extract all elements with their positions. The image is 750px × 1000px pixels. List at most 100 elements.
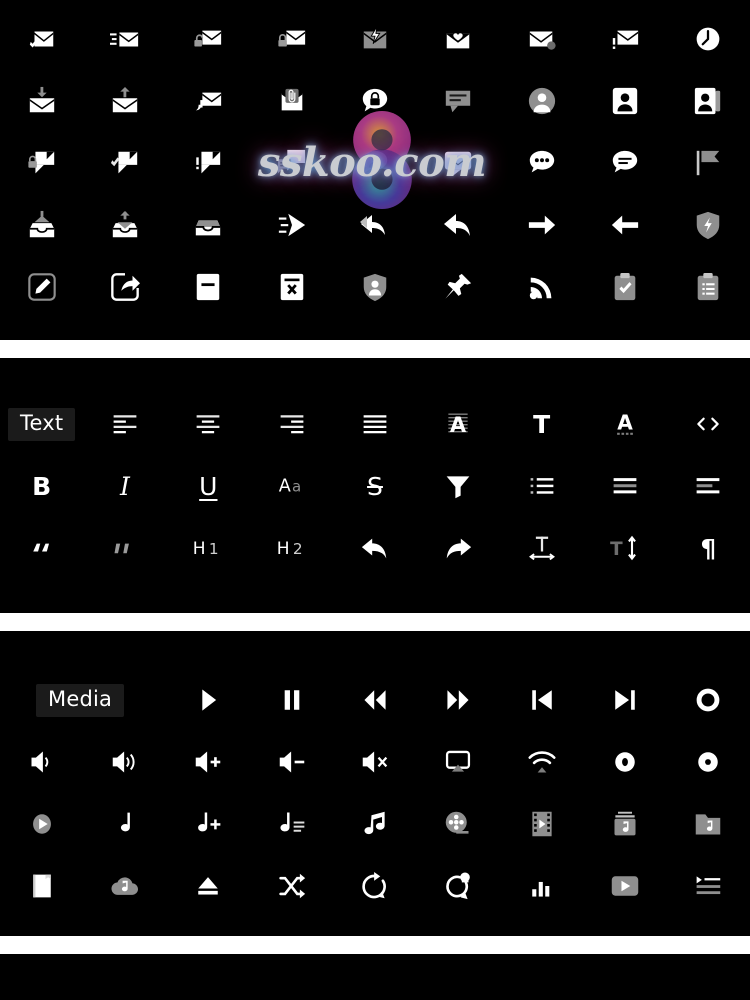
clipboard-list-icon[interactable]: [667, 256, 750, 318]
line-spacing-icon[interactable]: [583, 455, 666, 517]
align-center-icon[interactable]: [167, 393, 250, 455]
align-justify-icon[interactable]: [333, 393, 416, 455]
mail-favorite-icon[interactable]: [417, 8, 500, 70]
music-cloud-icon[interactable]: [83, 855, 166, 917]
redo-icon[interactable]: [417, 517, 500, 579]
shield-user-icon[interactable]: [333, 256, 416, 318]
arrow-right-icon[interactable]: [500, 194, 583, 256]
undo-icon[interactable]: [333, 517, 416, 579]
volume-mute-icon[interactable]: [333, 731, 416, 793]
heading-2-icon[interactable]: H2: [250, 517, 333, 579]
repeat-one-icon[interactable]: 1: [417, 855, 500, 917]
music-archive-icon[interactable]: [583, 793, 666, 855]
volume-high-icon[interactable]: [83, 731, 166, 793]
reply-all-icon[interactable]: [333, 194, 416, 256]
mail-clock-icon[interactable]: [667, 8, 750, 70]
quote-close-icon[interactable]: [83, 517, 166, 579]
text-color-icon[interactable]: A: [583, 393, 666, 455]
rewind-icon[interactable]: [333, 669, 416, 731]
filter-icon[interactable]: [417, 455, 500, 517]
comment-check-icon[interactable]: [83, 132, 166, 194]
comment-dots-icon[interactable]: [500, 132, 583, 194]
book-icon[interactable]: [0, 855, 83, 917]
comment-text-icon[interactable]: [250, 132, 333, 194]
align-right-icon[interactable]: [250, 393, 333, 455]
share-icon[interactable]: [83, 256, 166, 318]
fast-forward-icon[interactable]: [417, 669, 500, 731]
inbox-download-icon[interactable]: [0, 194, 83, 256]
pause-icon[interactable]: [250, 669, 333, 731]
pin-icon[interactable]: [417, 256, 500, 318]
cd-icon[interactable]: [667, 731, 750, 793]
letter-case-icon[interactable]: Aa: [250, 455, 333, 517]
inbox-icon[interactable]: [167, 194, 250, 256]
mail-download-icon[interactable]: [0, 70, 83, 132]
cast-wifi-icon[interactable]: [500, 731, 583, 793]
code-icon[interactable]: [667, 393, 750, 455]
mail-lock-icon[interactable]: [250, 8, 333, 70]
rss-icon[interactable]: [500, 256, 583, 318]
equalizer-icon[interactable]: [500, 855, 583, 917]
indent-icon[interactable]: [667, 455, 750, 517]
play-icon[interactable]: [167, 669, 250, 731]
flag-icon[interactable]: [667, 132, 750, 194]
skip-next-icon[interactable]: [583, 669, 666, 731]
music-folder-icon[interactable]: [667, 793, 750, 855]
volume-low-icon[interactable]: [0, 731, 83, 793]
comment-equals-icon[interactable]: [583, 132, 666, 194]
mail-check-icon[interactable]: [0, 8, 83, 70]
disc-icon[interactable]: [583, 731, 666, 793]
message-lock-icon[interactable]: [333, 70, 416, 132]
volume-up-icon[interactable]: [167, 731, 250, 793]
mail-attachment-icon[interactable]: [250, 70, 333, 132]
heading-1-icon[interactable]: H1: [167, 517, 250, 579]
video-icon[interactable]: [583, 855, 666, 917]
message-lines-icon[interactable]: [417, 70, 500, 132]
bullet-list-icon[interactable]: [500, 455, 583, 517]
archive-delete-icon[interactable]: [250, 256, 333, 318]
compose-icon[interactable]: [0, 256, 83, 318]
skip-previous-icon[interactable]: [500, 669, 583, 731]
arrow-left-icon[interactable]: [583, 194, 666, 256]
letter-spacing-icon[interactable]: [500, 517, 583, 579]
reply-icon[interactable]: [417, 194, 500, 256]
comment-user-icon[interactable]: [333, 132, 416, 194]
comment-mail-icon[interactable]: [417, 132, 500, 194]
strikethrough-icon[interactable]: S: [333, 455, 416, 517]
mail-upload-icon[interactable]: [83, 70, 166, 132]
music-list-icon[interactable]: [250, 793, 333, 855]
mail-dot-icon[interactable]: [500, 8, 583, 70]
contact-book-icon[interactable]: [667, 70, 750, 132]
mail-reply-icon[interactable]: [167, 70, 250, 132]
paragraph-icon[interactable]: ¶: [667, 517, 750, 579]
shuffle-icon[interactable]: [250, 855, 333, 917]
shield-bolt-icon[interactable]: [667, 194, 750, 256]
film-reel-icon[interactable]: [417, 793, 500, 855]
quote-open-icon[interactable]: [0, 517, 83, 579]
airplay-icon[interactable]: [417, 731, 500, 793]
text-tool-icon[interactable]: T: [500, 393, 583, 455]
align-left-icon[interactable]: [83, 393, 166, 455]
contact-card-icon[interactable]: [583, 70, 666, 132]
inbox-upload-icon[interactable]: [83, 194, 166, 256]
text-background-icon[interactable]: A: [417, 393, 500, 455]
send-icon[interactable]: [250, 194, 333, 256]
mail-alert-icon[interactable]: [583, 8, 666, 70]
comment-alert-icon[interactable]: [167, 132, 250, 194]
bold-icon[interactable]: B: [0, 455, 83, 517]
comment-lock-icon[interactable]: [0, 132, 83, 194]
mail-unlock-icon[interactable]: [167, 8, 250, 70]
music-double-note-icon[interactable]: [333, 793, 416, 855]
playlist-icon[interactable]: [667, 855, 750, 917]
music-add-icon[interactable]: [167, 793, 250, 855]
contact-avatar-icon[interactable]: [500, 70, 583, 132]
underline-icon[interactable]: U: [167, 455, 250, 517]
mail-incoming-icon[interactable]: [83, 8, 166, 70]
archive-icon[interactable]: [167, 256, 250, 318]
eject-icon[interactable]: [167, 855, 250, 917]
mail-priority-icon[interactable]: [333, 8, 416, 70]
music-note-icon[interactable]: [83, 793, 166, 855]
clipboard-check-icon[interactable]: [583, 256, 666, 318]
italic-icon[interactable]: I: [83, 455, 166, 517]
repeat-icon[interactable]: [333, 855, 416, 917]
